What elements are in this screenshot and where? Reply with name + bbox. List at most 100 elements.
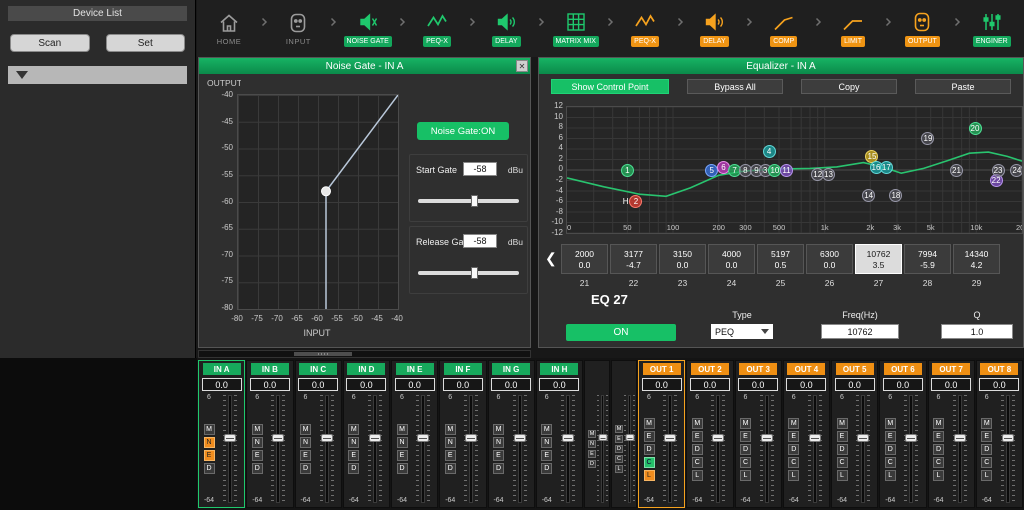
channel-button-n[interactable]: N <box>300 437 311 448</box>
channel-fader[interactable] <box>265 393 291 505</box>
channel-button-l[interactable]: L <box>837 470 848 481</box>
gate-knee-handle[interactable] <box>322 187 331 196</box>
eq-point-18[interactable]: 18 <box>889 189 902 202</box>
eq-point-20[interactable]: 20 <box>969 122 982 135</box>
channel-gain-value[interactable]: 0.0 <box>346 378 386 391</box>
channel-button-d[interactable]: D <box>397 463 408 474</box>
channel-button-m[interactable]: M <box>615 425 623 433</box>
channel-gain-value[interactable]: 0.0 <box>250 378 290 391</box>
type-select[interactable]: PEQ <box>711 324 773 339</box>
channel-button-l[interactable]: L <box>885 470 896 481</box>
channel-button-m[interactable]: M <box>981 418 992 429</box>
toolbar-item-comp[interactable]: COMP <box>756 10 812 47</box>
channel-button-d[interactable]: D <box>933 444 944 455</box>
channel-button-d[interactable]: D <box>788 444 799 455</box>
channel-button-n[interactable]: N <box>541 437 552 448</box>
channel-strip-in-c[interactable]: IN C0.06MNED-64 <box>295 360 342 508</box>
channel-button-m[interactable]: M <box>885 418 896 429</box>
eq-band-cell-22[interactable]: 3177-4.7 <box>610 244 657 274</box>
fader-handle[interactable] <box>369 434 381 442</box>
fader-handle[interactable] <box>625 434 634 441</box>
fader-handle[interactable] <box>321 434 333 442</box>
channel-button-m[interactable]: M <box>445 424 456 435</box>
channel-button-e[interactable]: E <box>981 431 992 442</box>
channel-button-l[interactable]: L <box>644 470 655 481</box>
eq-graph[interactable]: 20501002003005001k2k3k5k10k20k 12H567893… <box>566 106 1023 234</box>
eq-point-14[interactable]: 14 <box>862 189 875 202</box>
channel-button-e[interactable]: E <box>615 435 623 443</box>
channel-button-e[interactable]: E <box>493 450 504 461</box>
channel-button-m[interactable]: M <box>788 418 799 429</box>
channel-strip-out-8[interactable]: OUT 80.06MEDCL-64 <box>976 360 1023 508</box>
channel-button-m[interactable]: M <box>397 424 408 435</box>
fader-handle[interactable] <box>809 434 821 442</box>
eq-band-cell-27[interactable]: 107623.5 <box>855 244 902 274</box>
channel-button-d[interactable]: D <box>644 444 655 455</box>
channel-gain-value[interactable]: 0.0 <box>202 378 242 391</box>
eq-band-cell-26[interactable]: 63000.0 <box>806 244 853 274</box>
eq-band-cell-25[interactable]: 51970.5 <box>757 244 804 274</box>
show-control-point-button[interactable]: Show Control Point <box>551 79 669 94</box>
channel-strip-in-d[interactable]: IN D0.06MNED-64 <box>343 360 390 508</box>
channel-strip-out-7[interactable]: OUT 70.06MEDCL-64 <box>928 360 975 508</box>
toolbar-item-output[interactable]: OUTPUT <box>894 10 950 47</box>
toolbar-item-limit[interactable]: LIMIT <box>825 10 881 47</box>
channel-button-n[interactable]: N <box>204 437 215 448</box>
channel-button-d[interactable]: D <box>692 444 703 455</box>
channel-button-m[interactable]: M <box>692 418 703 429</box>
channel-button-e[interactable]: E <box>397 450 408 461</box>
channel-gain-value[interactable]: 0.0 <box>835 378 875 391</box>
channel-button-n[interactable]: N <box>397 437 408 448</box>
q-input[interactable] <box>941 324 1013 339</box>
channel-strip-in-g[interactable]: IN G0.06MNED-64 <box>488 360 535 508</box>
channel-button-m[interactable]: M <box>740 418 751 429</box>
copy-button[interactable]: Copy <box>801 79 897 94</box>
toolbar-item-peq-x[interactable]: PEQ-X <box>617 10 673 47</box>
channel-strip-out-2[interactable]: OUT 20.06MEDCL-64 <box>686 360 733 508</box>
channel-strip-in-b[interactable]: IN B0.06MNED-64 <box>246 360 293 508</box>
eq-point-19[interactable]: 19 <box>921 132 934 145</box>
channel-button-d[interactable]: D <box>541 463 552 474</box>
channel-gain-value[interactable]: 0.0 <box>690 378 730 391</box>
channel-strip-out-1[interactable]: OUT 10.06MEDCL-64 <box>638 360 685 508</box>
release-gate-slider[interactable] <box>418 271 519 275</box>
channel-button-c[interactable]: C <box>981 457 992 468</box>
eq-point-17[interactable]: 17 <box>880 161 893 174</box>
paste-button[interactable]: Paste <box>915 79 1011 94</box>
channel-gain-value[interactable]: 0.0 <box>883 378 923 391</box>
channel-strip-out-3[interactable]: OUT 30.06MEDCL-64 <box>735 360 782 508</box>
fader-handle[interactable] <box>954 434 966 442</box>
channel-button-e[interactable]: E <box>933 431 944 442</box>
start-gate-slider[interactable] <box>418 199 519 203</box>
channel-button-m[interactable]: M <box>493 424 504 435</box>
eq-band-cell-28[interactable]: 7994-5.9 <box>904 244 951 274</box>
toolbar-item-delay[interactable]: DELAY <box>686 10 742 47</box>
toolbar-item-peq-x[interactable]: PEQ-X <box>409 10 465 47</box>
toolbar-item-home[interactable]: HOME <box>201 11 257 46</box>
channel-button-n[interactable]: N <box>493 437 504 448</box>
fader-handle[interactable] <box>224 434 236 442</box>
channel-fader[interactable] <box>995 393 1021 505</box>
noise-gate-graph[interactable] <box>237 94 399 310</box>
fader-handle[interactable] <box>465 434 477 442</box>
channel-button-c[interactable]: C <box>837 457 848 468</box>
h-scrollbar[interactable] <box>198 350 531 358</box>
channel-button-e[interactable]: E <box>588 450 596 458</box>
channel-strip-out-5[interactable]: OUT 50.06MEDCL-64 <box>831 360 878 508</box>
channel-gain-value[interactable]: 0.0 <box>931 378 971 391</box>
channel-button-e[interactable]: E <box>692 431 703 442</box>
channel-button-e[interactable]: E <box>204 450 215 461</box>
fader-handle[interactable] <box>1002 434 1014 442</box>
device-list-expander[interactable] <box>8 66 187 84</box>
channel-button-e[interactable]: E <box>252 450 263 461</box>
channel-fader[interactable] <box>458 393 484 505</box>
channel-button-l[interactable]: L <box>615 465 623 473</box>
eq-on-button[interactable]: ON <box>566 324 676 341</box>
channel-fader[interactable] <box>217 393 243 505</box>
channel-button-m[interactable]: M <box>837 418 848 429</box>
toolbar-item-delay[interactable]: DELAY <box>478 10 534 47</box>
channel-strip-in-e[interactable]: IN E0.06MNED-64 <box>391 360 438 508</box>
channel-button-e[interactable]: E <box>348 450 359 461</box>
toolbar-item-matrix-mix[interactable]: MATRIX MIX <box>548 10 604 47</box>
channel-button-c[interactable]: C <box>933 457 944 468</box>
